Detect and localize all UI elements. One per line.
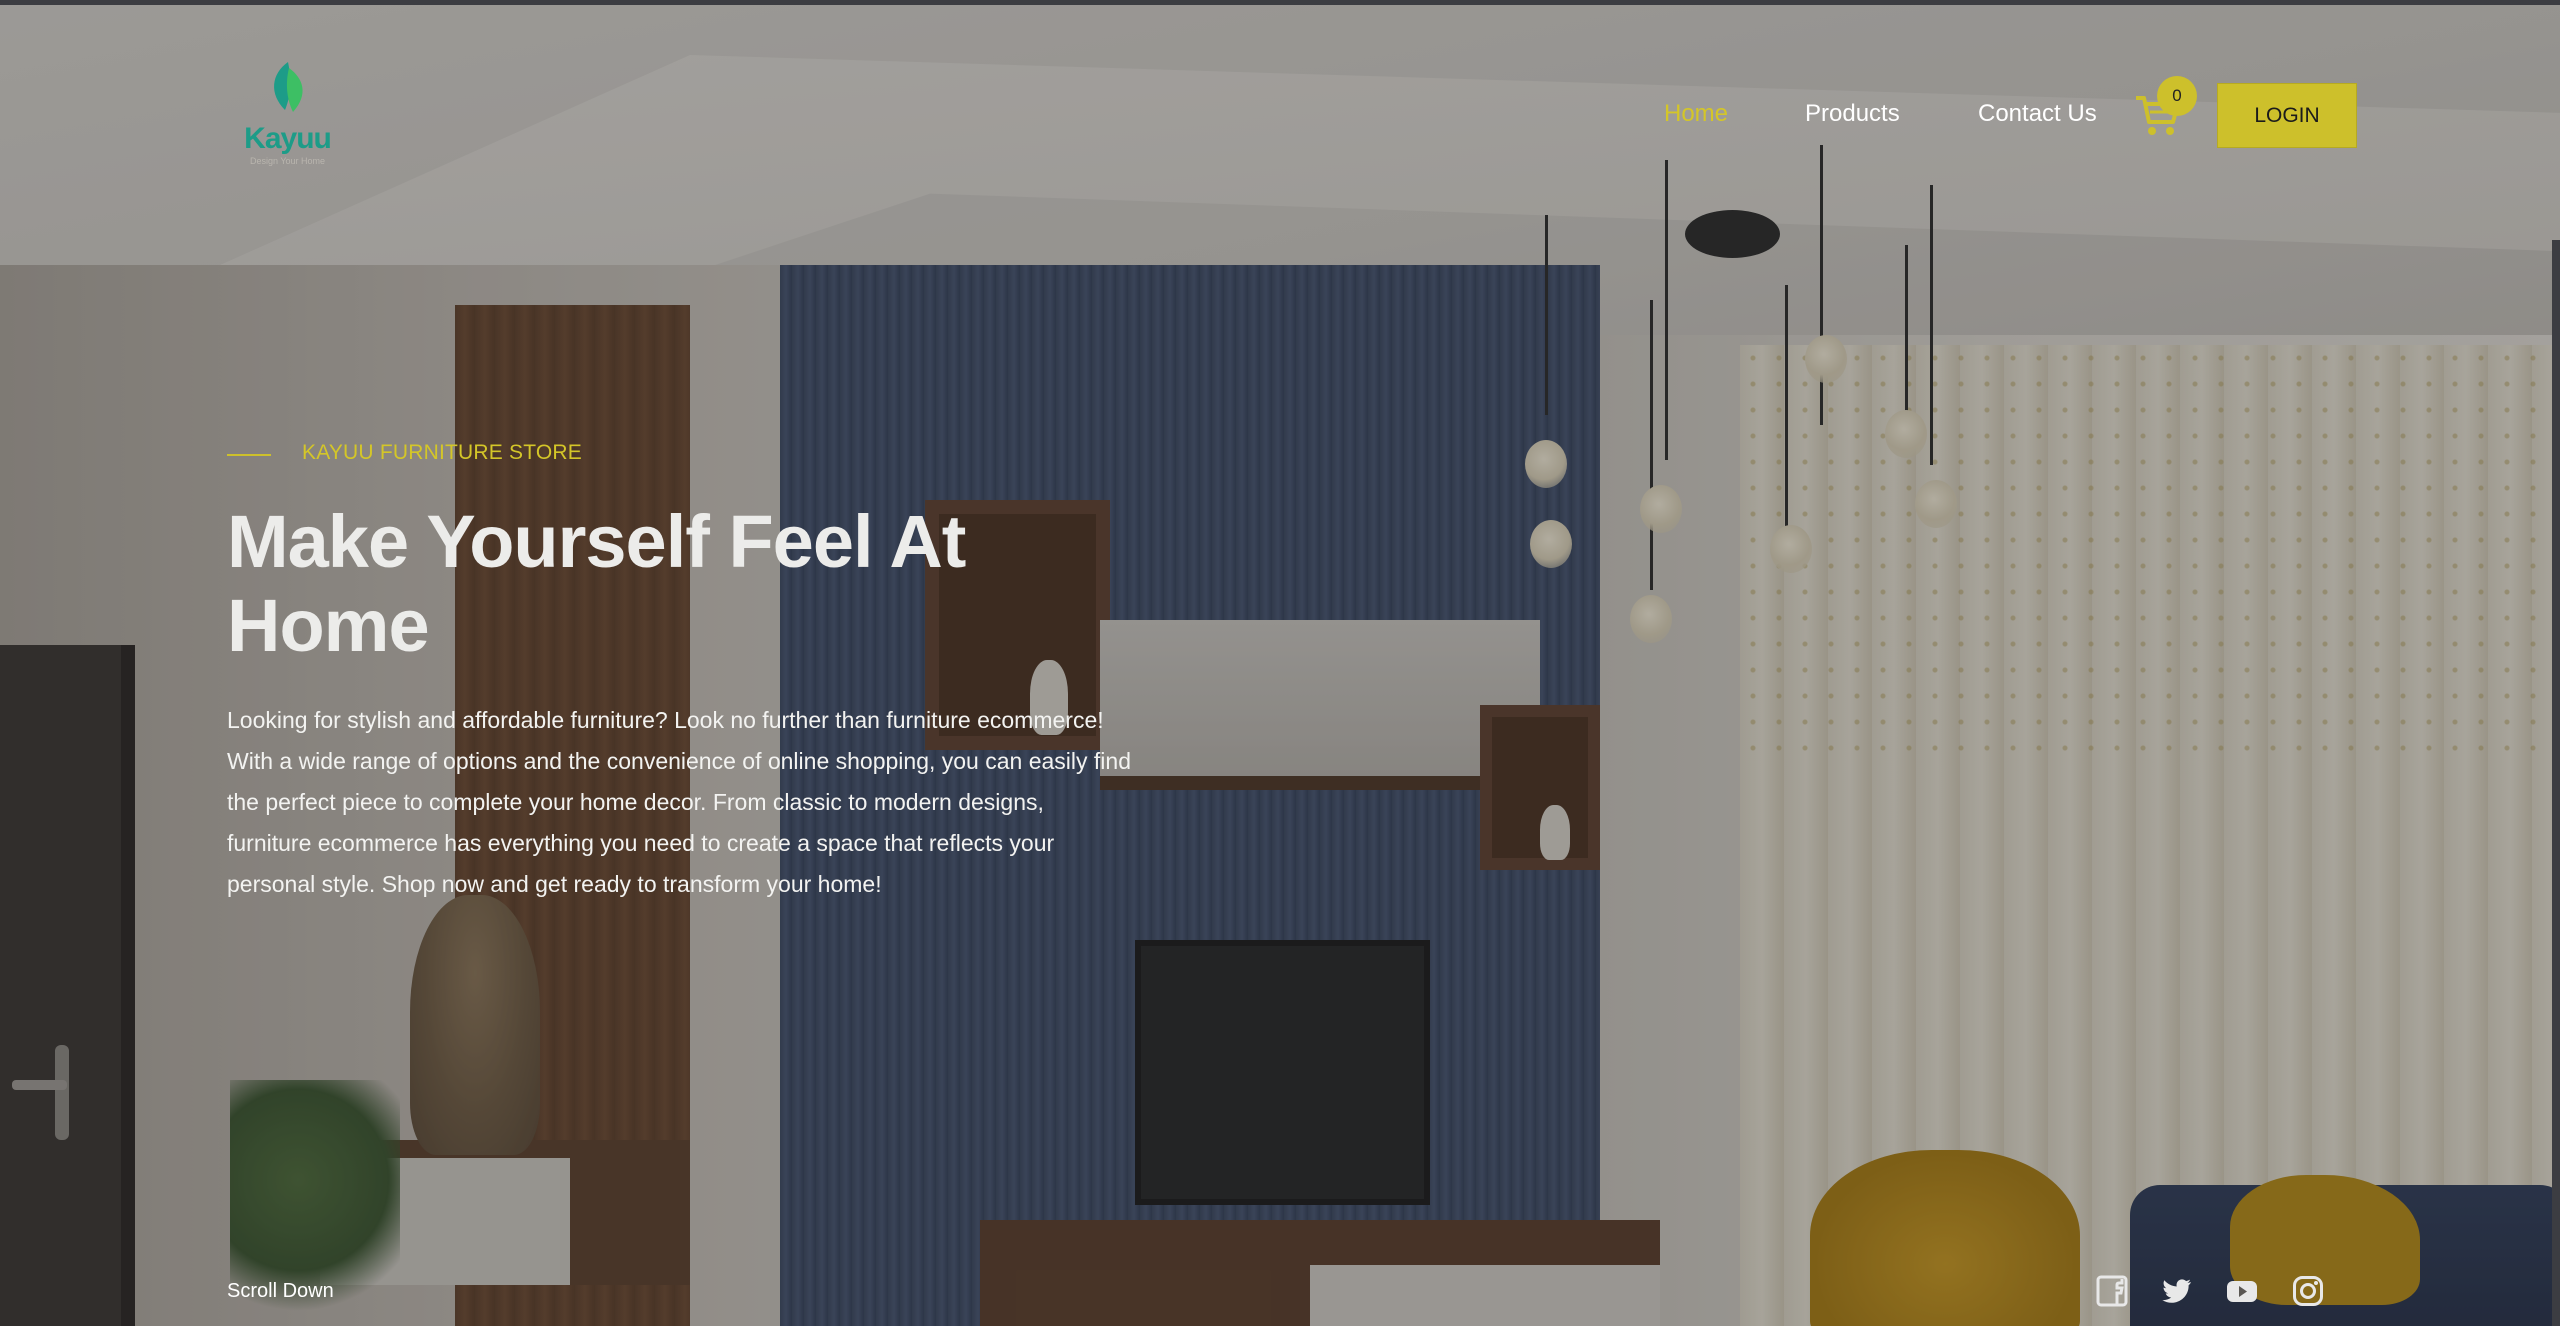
instagram-link[interactable] bbox=[2292, 1275, 2324, 1307]
facebook-icon bbox=[2096, 1275, 2128, 1307]
hero-description: Looking for stylish and affordable furni… bbox=[227, 707, 1131, 897]
cart-count-badge: 0 bbox=[2157, 76, 2197, 116]
brand-tagline: Design Your Home bbox=[249, 156, 326, 166]
nav-home-link[interactable]: Home bbox=[1664, 100, 1728, 128]
hero-title: Make Yourself Feel At Home bbox=[227, 500, 966, 667]
instagram-icon bbox=[2293, 1276, 2323, 1306]
hero-eyebrow: KAYUU FURNITURE STORE bbox=[302, 441, 582, 464]
nav-contact-link[interactable]: Contact Us bbox=[1978, 100, 2097, 128]
youtube-link[interactable] bbox=[2226, 1275, 2258, 1307]
eyebrow-divider bbox=[227, 454, 271, 456]
youtube-icon bbox=[2227, 1281, 2257, 1302]
leaf-icon bbox=[274, 62, 303, 112]
page-scrollbar[interactable] bbox=[2552, 240, 2560, 1326]
twitter-link[interactable] bbox=[2161, 1275, 2193, 1307]
facebook-link[interactable] bbox=[2096, 1275, 2128, 1307]
brand-name: Kayuu bbox=[244, 122, 332, 155]
login-button[interactable]: LOGIN bbox=[2217, 83, 2357, 148]
window-top-border bbox=[0, 0, 2560, 5]
nav-products-link[interactable]: Products bbox=[1805, 100, 1900, 128]
twitter-icon bbox=[2162, 1279, 2191, 1303]
scroll-down-link[interactable]: Scroll Down bbox=[227, 1280, 334, 1303]
brand-logo[interactable]: Kayuu Design Your Home bbox=[240, 60, 335, 168]
